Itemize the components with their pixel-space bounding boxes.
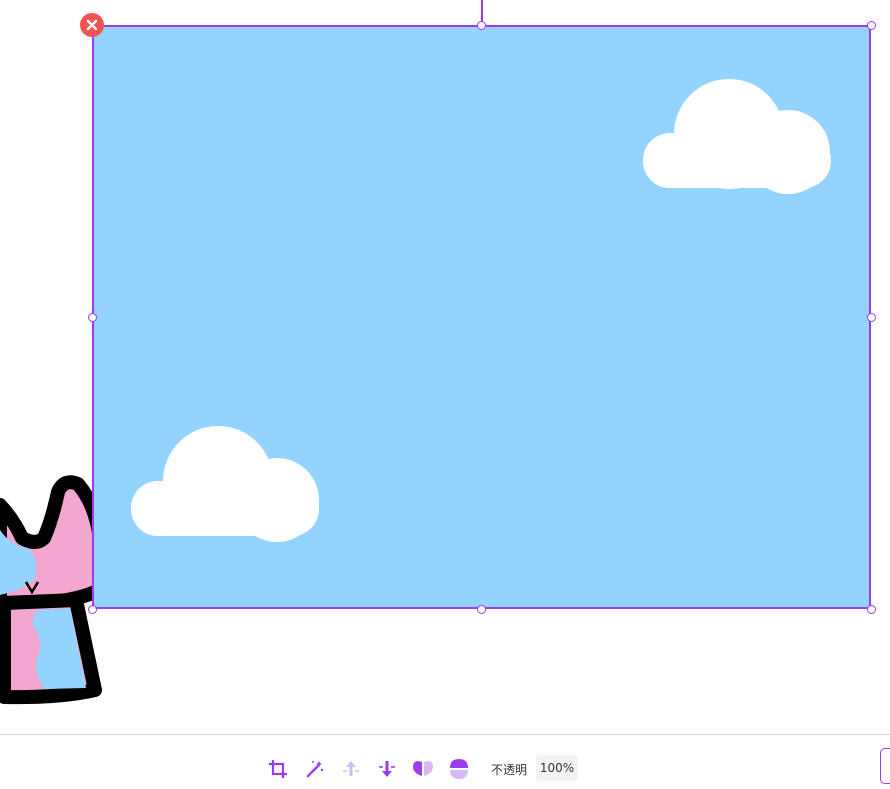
- delete-button[interactable]: [80, 13, 104, 37]
- bring-forward-icon: [343, 761, 359, 776]
- opacity-input[interactable]: 100%: [536, 755, 578, 781]
- resize-handle-bottom-right[interactable]: [867, 605, 876, 614]
- resize-handle-top[interactable]: [477, 21, 486, 30]
- magic-wand-icon: [306, 761, 324, 778]
- opacity-label: 不透明: [491, 763, 528, 777]
- send-backward-button[interactable]: [375, 757, 399, 781]
- sky-image[interactable]: [92, 25, 871, 609]
- canvas[interactable]: [0, 0, 890, 722]
- resize-handle-right[interactable]: [867, 313, 876, 322]
- close-icon: [86, 19, 98, 31]
- resize-handle-bottom[interactable]: [477, 605, 486, 614]
- resize-handle-bottom-left[interactable]: [88, 605, 97, 614]
- side-panel-button[interactable]: [880, 748, 890, 784]
- magic-wand-button[interactable]: [303, 757, 327, 781]
- flip-vertical-icon: [450, 759, 468, 779]
- flip-horizontal-icon: [413, 761, 433, 776]
- crop-icon: [269, 760, 287, 778]
- image-toolbar: 不透明 100%: [0, 735, 890, 789]
- resize-handle-left[interactable]: [88, 313, 97, 322]
- bring-forward-button[interactable]: [339, 757, 363, 781]
- flip-vertical-button[interactable]: [447, 757, 471, 781]
- flip-horizontal-button[interactable]: [411, 757, 435, 781]
- crop-button[interactable]: [266, 757, 290, 781]
- resize-handle-top-right[interactable]: [867, 21, 876, 30]
- send-backward-icon: [379, 761, 395, 777]
